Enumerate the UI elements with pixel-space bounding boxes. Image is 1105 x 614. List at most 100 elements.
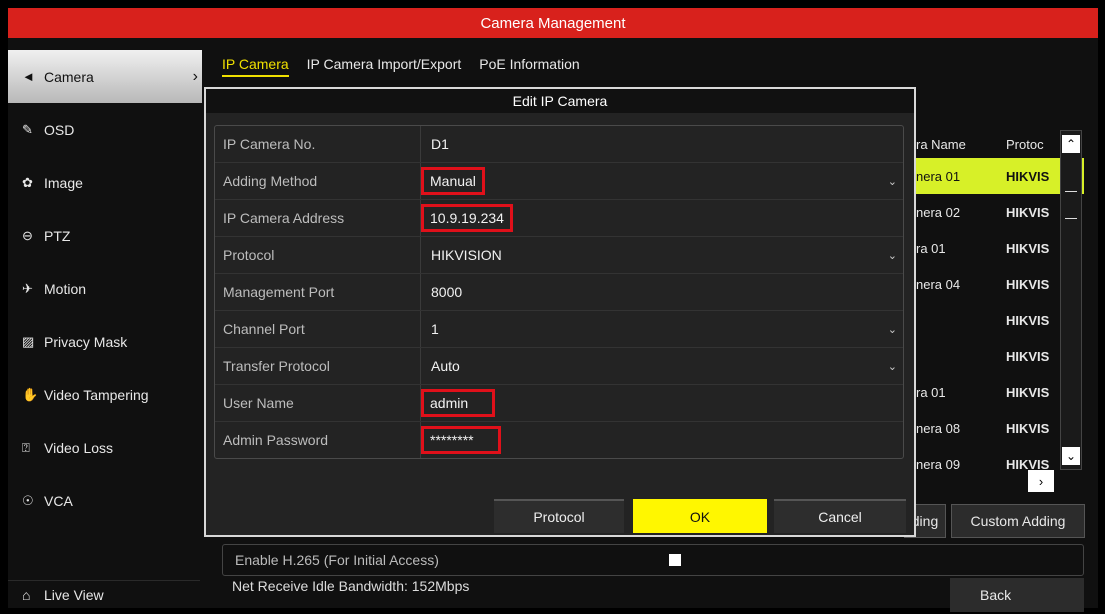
ok-button[interactable]: OK	[633, 499, 767, 533]
table-row[interactable]: HIKVIS	[900, 338, 1084, 374]
field-row-ip-camera-address: IP Camera Address 10.9.19.234	[215, 200, 903, 237]
tab-bar: IP Camera IP Camera Import/Export PoE In…	[222, 56, 580, 77]
home-icon: ⌂	[22, 586, 31, 603]
field-value: 10.9.19.234	[421, 204, 513, 232]
sidebar-item-privacy-mask[interactable]: ▨ Privacy Mask	[8, 315, 200, 368]
enable-h265-checkbox[interactable]	[669, 554, 681, 566]
window-title-bar: Camera Management	[8, 8, 1098, 38]
field-value: Manual	[421, 167, 485, 195]
field-row-adding-method: Adding Method Manual ⌄	[215, 163, 903, 200]
vca-icon: ☉	[22, 492, 34, 508]
field-label: IP Camera Address	[215, 200, 421, 236]
custom-adding-button[interactable]: Custom Adding	[951, 504, 1085, 538]
field-row-protocol: Protocol HIKVISION ⌄	[215, 237, 903, 274]
edit-ip-camera-dialog: Edit IP Camera IP Camera No. D1 Adding M…	[204, 87, 916, 537]
camera-table: ra Name Protoc nera 01 HIKVIS nera 02 HIKV…	[900, 130, 1084, 482]
video-loss-icon: ⍰	[22, 439, 30, 455]
back-button[interactable]: Back	[950, 578, 1084, 612]
sidebar-item-motion[interactable]: ✈ Motion	[8, 262, 200, 315]
table-row[interactable]: nera 04 HIKVIS	[900, 266, 1084, 302]
sidebar-item-ptz[interactable]: ⊖ PTZ	[8, 209, 200, 262]
scroll-up-icon[interactable]: ⌃	[1062, 135, 1080, 153]
privacy-mask-icon: ▨	[22, 333, 35, 349]
sidebar-item-video-tampering[interactable]: ✋ Video Tampering	[8, 368, 200, 421]
table-cell: HIKVIS	[1006, 384, 1050, 400]
field-label: Admin Password	[215, 422, 421, 458]
table-row[interactable]: HIKVIS	[900, 302, 1084, 338]
field-value: 8000	[431, 284, 463, 300]
ptz-icon: ⊖	[22, 227, 33, 243]
sidebar-item-label: Camera	[44, 68, 94, 85]
sidebar-item-label: OSD	[44, 121, 75, 138]
video-tampering-icon: ✋	[22, 386, 39, 402]
field-value: D1	[431, 136, 449, 152]
live-view-label: Live View	[44, 586, 104, 603]
transfer-protocol-select[interactable]: Auto ⌄	[421, 348, 903, 384]
sidebar-item-label: Motion	[44, 280, 87, 297]
sidebar-item-video-loss[interactable]: ⍰ Video Loss	[8, 421, 200, 474]
dialog-button-bar: Protocol OK Cancel	[206, 497, 914, 535]
protocol-button[interactable]: Protocol	[494, 499, 624, 533]
image-icon: ✿	[22, 174, 33, 190]
field-label: Management Port	[215, 274, 421, 310]
management-port-input[interactable]: 8000	[421, 274, 903, 310]
table-row[interactable]: ra 01 HIKVIS	[900, 374, 1084, 410]
table-cell: HIKVIS	[1006, 420, 1050, 436]
bandwidth-status: Net Receive Idle Bandwidth: 152Mbps	[232, 578, 470, 594]
field-row-channel-port: Channel Port 1 ⌄	[215, 311, 903, 348]
table-cell: HIKVIS	[1006, 168, 1050, 184]
protocol-select[interactable]: HIKVISION ⌄	[421, 237, 903, 273]
cancel-button[interactable]: Cancel	[774, 499, 906, 533]
field-value: Auto	[431, 358, 460, 374]
field-value: 1	[431, 321, 439, 337]
field-row-management-port: Management Port 8000	[215, 274, 903, 311]
field-value: HIKVISION	[431, 247, 502, 263]
field-label: Protocol	[215, 237, 421, 273]
table-cell: HIKVIS	[1006, 348, 1050, 364]
field-label: IP Camera No.	[215, 126, 421, 162]
field-value: ********	[421, 426, 501, 454]
sidebar-item-osd[interactable]: ✎ OSD	[8, 103, 200, 156]
sidebar: ◄ Camera ✎ OSD ✿ Image ⊖ PTZ ✈ Motion ▨ …	[8, 50, 202, 527]
table-row[interactable]: nera 08 HIKVIS	[900, 410, 1084, 446]
user-name-input[interactable]: admin	[421, 385, 903, 421]
sidebar-item-label: Video Tampering	[44, 386, 149, 403]
sidebar-item-vca[interactable]: ☉ VCA	[8, 474, 200, 527]
field-label: User Name	[215, 385, 421, 421]
scroll-down-icon[interactable]: ⌄	[1062, 447, 1080, 465]
table-row[interactable]: ra 01 HIKVIS	[900, 230, 1084, 266]
adding-method-select[interactable]: Manual ⌄	[421, 163, 903, 199]
scrollbar-thumb[interactable]	[1065, 191, 1077, 219]
table-scrollbar[interactable]: ⌃ ⌄	[1060, 130, 1082, 470]
enable-h265-label: Enable H.265 (For Initial Access)	[235, 552, 439, 568]
next-page-button[interactable]: ›	[1028, 470, 1054, 492]
tab-ip-camera[interactable]: IP Camera	[222, 56, 289, 77]
field-row-ip-camera-no: IP Camera No. D1	[215, 126, 903, 163]
chevron-down-icon: ⌄	[887, 360, 897, 373]
column-header-protocol[interactable]: Protoc	[1000, 137, 1060, 152]
table-cell: HIKVIS	[1006, 276, 1050, 292]
ip-camera-no-value: D1	[421, 126, 903, 162]
channel-port-select[interactable]: 1 ⌄	[421, 311, 903, 347]
field-label: Transfer Protocol	[215, 348, 421, 384]
tab-poe-information[interactable]: PoE Information	[479, 56, 579, 77]
ip-camera-address-input[interactable]: 10.9.19.234	[421, 200, 903, 236]
sidebar-item-camera[interactable]: ◄ Camera	[8, 50, 202, 103]
window-title: Camera Management	[480, 14, 626, 32]
table-row[interactable]: nera 01 HIKVIS	[900, 158, 1084, 194]
table-row[interactable]: nera 09 HIKVIS	[900, 446, 1084, 482]
sidebar-item-label: Image	[44, 174, 83, 191]
table-cell: HIKVIS	[1006, 312, 1050, 328]
live-view-button[interactable]: ⌂ Live View	[8, 580, 200, 608]
tab-ip-camera-import-export[interactable]: IP Camera Import/Export	[307, 56, 462, 77]
table-row[interactable]: nera 02 HIKVIS	[900, 194, 1084, 230]
field-row-admin-password: Admin Password ********	[215, 422, 903, 458]
sidebar-item-label: PTZ	[44, 227, 71, 244]
admin-password-input[interactable]: ********	[421, 422, 903, 458]
sidebar-item-image[interactable]: ✿ Image	[8, 156, 200, 209]
field-row-user-name: User Name admin	[215, 385, 903, 422]
motion-icon: ✈	[22, 280, 33, 296]
field-row-transfer-protocol: Transfer Protocol Auto ⌄	[215, 348, 903, 385]
field-label: Adding Method	[215, 163, 421, 199]
sidebar-item-label: VCA	[44, 492, 73, 509]
